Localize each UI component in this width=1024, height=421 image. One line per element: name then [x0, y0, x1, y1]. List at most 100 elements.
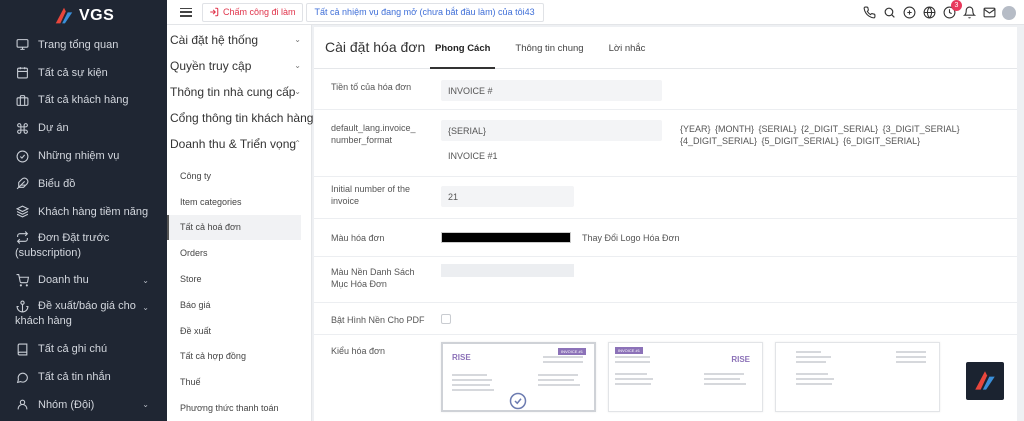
settings-sub-invoices[interactable]: Tất cả hoá đơn	[167, 214, 301, 241]
floating-brand-button[interactable]	[966, 362, 1004, 400]
sidebar-item-events[interactable]: Tất cả sự kiện	[0, 59, 167, 87]
pdf-background-checkbox[interactable]	[441, 314, 451, 324]
monitor-icon	[15, 38, 29, 52]
tab-general-info[interactable]: Thông tin chung	[510, 43, 588, 68]
chevron-up-icon: ⌃	[294, 139, 301, 148]
settings-sub-contracts[interactable]: Tất cả hợp đồng	[167, 344, 311, 370]
top-header: Chấm công đi làm Tất cả nhiệm vụ đang mở…	[167, 0, 1024, 25]
settings-sub-proposals[interactable]: Đề xuất	[167, 318, 311, 344]
sidebar-item-subscriptions[interactable]: Đơn Đặt trước (subscription)	[0, 226, 167, 267]
sidebar-item-label: Trang tổng quan	[38, 38, 119, 51]
vgs-logo-icon	[55, 7, 73, 23]
sidebar-item-tasks[interactable]: Những nhiệm vụ	[0, 142, 167, 170]
sidebar-item-clients[interactable]: Tất cả khách hàng	[0, 87, 167, 115]
vgs-logo-icon	[975, 371, 995, 390]
plus-circle-icon[interactable]	[902, 6, 916, 20]
settings-group-label: Quyền truy cập	[170, 59, 252, 73]
tab-style[interactable]: Phong Cách	[430, 43, 496, 69]
page-title: Cài đặt hóa đơn	[325, 39, 426, 55]
row-invoice-color: Màu hóa đơn Thay Đổi Logo Hóa Đơn	[314, 219, 1017, 257]
row-invoice-style: Kiểu hóa đơn RISE INVOICE #1 INVOICE #1 …	[314, 335, 1017, 415]
main-sidebar: VGS Trang tổng quan Tất cả sự kiện Tất c…	[0, 0, 167, 421]
sidebar-item-projects[interactable]: Dự án	[0, 114, 167, 142]
sidebar-item-label: Nhóm (Đội)	[38, 398, 95, 411]
sidebar-item-charts[interactable]: Biểu đồ	[0, 170, 167, 198]
brand-logo[interactable]: VGS	[0, 0, 167, 31]
settings-group-label: Doanh thu & Triển vọng	[170, 137, 297, 151]
sidebar-item-messages[interactable]: Tất cả tin nhắn	[0, 363, 167, 391]
mail-icon[interactable]	[982, 6, 996, 20]
sidebar-item-notes[interactable]: Tất cả ghi chú	[0, 335, 167, 363]
sidebar-item-label: Những nhiệm vụ	[38, 150, 120, 163]
settings-group-client-portal[interactable]: Cổng thông tin khách hàng	[167, 105, 313, 131]
settings-sub-item-categories[interactable]: Item categories	[167, 189, 311, 215]
sidebar-item-label: Dự án	[38, 122, 69, 135]
sidebar-item-leads[interactable]: Khách hàng tiềm năng	[0, 198, 167, 226]
hamburger-menu-icon[interactable]	[180, 7, 192, 17]
sidebar-item-label: Tất cả khách hàng	[38, 94, 129, 107]
settings-sub-taxes[interactable]: Thuế	[167, 369, 311, 395]
thumb-brand: RISE	[731, 355, 750, 364]
sign-in-icon	[210, 7, 219, 17]
initial-number-label: Initial number of the invoice	[331, 184, 411, 206]
search-icon[interactable]	[882, 6, 896, 20]
brand-name: VGS	[79, 6, 115, 24]
settings-group-vendor[interactable]: Thông tin nhà cung cấp ⌄	[167, 79, 311, 105]
chevron-down-icon: ⌄	[294, 87, 301, 96]
settings-sub-store[interactable]: Store	[167, 266, 311, 292]
user-icon	[15, 398, 29, 412]
settings-sub-estimates[interactable]: Báo giá	[167, 292, 311, 318]
sidebar-item-label: Tất cả tin nhắn	[38, 371, 111, 384]
row-invoice-number-format: default_lang.invoice_number_format {SERI…	[314, 110, 1017, 177]
sidebar-item-label: Tất cả sự kiện	[38, 66, 108, 79]
reminder-badge: 3	[951, 0, 962, 11]
settings-group-label: Thông tin nhà cung cấp	[170, 85, 296, 99]
format-token-list[interactable]: {YEAR} {MONTH} {SERIAL} {2_DIGIT_SERIAL}…	[680, 123, 1010, 147]
selected-check-icon	[509, 392, 527, 410]
settings-sub-payment-methods[interactable]: Phương thức thanh toán	[167, 395, 311, 421]
chevron-down-icon: ⌄	[294, 35, 301, 44]
item-bg-color-swatch[interactable]	[441, 264, 574, 277]
invoice-style-option-2[interactable]: INVOICE #1 RISE	[608, 342, 763, 412]
chevron-down-icon: ⌄	[294, 61, 301, 70]
sidebar-item-label: Doanh thu	[38, 274, 89, 287]
pdf-background-label: Bật Hình Nền Cho PDF	[331, 315, 425, 325]
tab-reminders[interactable]: Lời nhắc	[604, 43, 651, 68]
initial-number-input[interactable]: 21	[441, 186, 574, 207]
settings-sub-orders[interactable]: Orders	[167, 240, 311, 266]
chevron-down-icon: ⌄	[142, 303, 149, 313]
invoice-style-option-3[interactable]	[775, 342, 940, 412]
invoice-number-format-input[interactable]: {SERIAL}	[441, 120, 662, 141]
sidebar-menu: Trang tổng quan Tất cả sự kiện Tất cả kh…	[0, 31, 167, 419]
settings-group-label: Cài đặt hệ thống	[170, 33, 259, 47]
sidebar-item-label: Đơn Đặt trước (subscription)	[15, 231, 110, 259]
globe-icon[interactable]	[922, 6, 936, 20]
invoice-prefix-label: Tiền tố của hóa đơn	[331, 82, 412, 92]
invoice-color-swatch[interactable]	[441, 232, 571, 243]
bell-icon[interactable]	[962, 6, 976, 20]
item-bg-color-label: Màu Nền Danh Sách Mục Hóa Đơn	[331, 267, 415, 289]
invoice-style-option-1[interactable]: RISE INVOICE #1	[441, 342, 596, 412]
clock-in-button[interactable]: Chấm công đi làm	[202, 2, 303, 22]
feather-icon	[15, 177, 29, 191]
briefcase-icon	[15, 93, 29, 107]
user-avatar[interactable]	[1002, 5, 1016, 20]
sidebar-item-team[interactable]: Nhóm (Đội) ⌄	[0, 391, 167, 419]
calendar-icon	[15, 66, 29, 80]
cart-icon	[15, 273, 29, 287]
invoice-prefix-input[interactable]: INVOICE #	[441, 80, 662, 101]
settings-group-access[interactable]: Quyền truy cập ⌄	[167, 53, 311, 79]
settings-sub-company[interactable]: Công ty	[167, 163, 311, 189]
phone-icon[interactable]	[862, 6, 876, 20]
settings-group-sales[interactable]: Doanh thu & Triển vọng ⌃	[167, 131, 311, 157]
change-invoice-logo-link[interactable]: Thay Đổi Logo Hóa Đơn	[582, 233, 679, 243]
open-tasks-link[interactable]: Tất cả nhiệm vụ đang mở (chưa bắt đầu là…	[305, 2, 544, 22]
message-icon	[15, 370, 29, 384]
clock-icon[interactable]: 3	[942, 0, 962, 20]
row-initial-number: Initial number of the invoice 21	[314, 177, 1017, 219]
sidebar-item-dashboard[interactable]: Trang tổng quan	[0, 31, 167, 59]
sidebar-item-sales[interactable]: Doanh thu ⌄	[0, 267, 167, 295]
row-pdf-background: Bật Hình Nền Cho PDF	[314, 303, 1017, 335]
sidebar-item-proposals[interactable]: Đề xuất/báo giá cho khách hàng ⌄	[0, 294, 167, 335]
settings-group-system[interactable]: Cài đặt hệ thống ⌄	[167, 27, 311, 53]
